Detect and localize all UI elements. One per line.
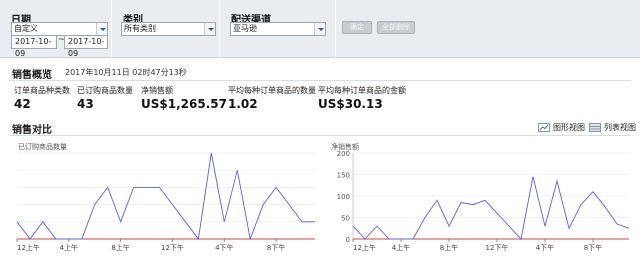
graph-view-label: 图形视图 (553, 122, 585, 132)
channel-value: 亚马逊 (233, 24, 257, 33)
metric-avg-sales: 平均每种订单商品的金额 US$30.13 (318, 85, 406, 111)
x-tick-label: 4上午 (60, 243, 78, 252)
x-tick-label: 12上午 (17, 243, 40, 252)
table-view-toggle[interactable]: 列表视图 (589, 121, 636, 133)
metric-order-items: 订单商品种类数 42 (14, 85, 70, 111)
chevron-down-icon (96, 23, 107, 35)
units-ordered-chart: 12上午 4上午 8上午 12下午 4下午 8下午 (16, 152, 315, 252)
comparison-divider (9, 135, 631, 136)
summary-timestamp: 2017年10月11日 02时47分13秒 (65, 68, 187, 77)
summary-header: 销售概览 2017年10月11日 02时47分13秒 (12, 66, 187, 81)
x-tick-label: 12下午 (161, 243, 184, 252)
x-tick-label: 4下午 (215, 243, 233, 252)
metric-avg-units: 平均每种订单商品的数量 1.02 (228, 85, 316, 111)
metric-value: 43 (77, 97, 94, 111)
x-tick-label: 4下午 (536, 243, 554, 252)
comparison-title: 销售对比 (12, 125, 52, 136)
metric-net-sales: 净销售额 US$1,265.57 (141, 85, 227, 111)
x-tick-label: 8下午 (584, 243, 602, 252)
filter-bar: 日期 自定义 2017-10-09 ~ 2017-10-09 类别 所有类别 配… (0, 0, 640, 58)
date-range-value: 自定义 (14, 24, 38, 33)
metric-label: 已订购商品数量 (77, 86, 133, 95)
summary-title: 销售概览 (12, 70, 52, 81)
metric-label: 净销售额 (141, 86, 173, 95)
metric-value: 42 (14, 97, 31, 111)
x-tick-label: 8下午 (267, 243, 285, 252)
metric-value: US$1,265.57 (141, 97, 227, 111)
metric-value: US$30.13 (318, 97, 383, 111)
y-tick-label: 200 (337, 150, 350, 158)
series-line (16, 152, 315, 241)
apply-button[interactable]: 确定 (342, 21, 372, 34)
x-tick-label: 4上午 (392, 243, 410, 252)
table-view-label: 列表视图 (604, 122, 636, 132)
x-tick-label: 8上午 (440, 243, 458, 252)
x-tick-label: 12下午 (486, 243, 509, 252)
chevron-down-icon (314, 23, 325, 35)
channel-select[interactable]: 亚马逊 (230, 22, 326, 36)
net-sales-chart: 0 50 100 150 200 12上午 4上午 8上午 12下午 4下午 8下午 (337, 150, 630, 252)
category-filter: 类别 所有类别 (112, 0, 220, 58)
y-tick-label: 150 (337, 172, 350, 180)
metric-label: 订单商品种类数 (14, 86, 70, 95)
start-date-input[interactable]: 2017-10-09 (11, 35, 57, 58)
x-tick-label: 12上午 (353, 243, 376, 252)
channel-filter: 配送渠道 亚马逊 (220, 0, 336, 58)
end-date-input[interactable]: 2017-10-09 (64, 35, 108, 58)
y-tick-label: 50 (341, 215, 350, 223)
series-line (352, 176, 630, 240)
table-icon (589, 122, 601, 132)
chevron-down-icon (204, 23, 215, 35)
x-tick-label: 8上午 (111, 243, 129, 252)
graph-view-toggle[interactable]: 图形视图 (538, 121, 585, 133)
y-tick-label: 0 (346, 236, 350, 244)
category-select[interactable]: 所有类别 (121, 22, 216, 36)
reset-button[interactable]: 全部删除 (377, 21, 415, 34)
metric-units-ordered: 已订购商品数量 43 (77, 85, 133, 111)
units-chart-title: 已订购商品数量 (18, 143, 67, 151)
summary-divider (9, 80, 631, 81)
category-value: 所有类别 (124, 24, 156, 33)
date-range-select[interactable]: 自定义 (11, 22, 108, 36)
y-tick-label: 100 (337, 193, 350, 201)
date-filter: 日期 自定义 2017-10-09 ~ 2017-10-09 (0, 0, 112, 58)
line-chart-icon (538, 122, 550, 132)
metric-label: 平均每种订单商品的数量 (228, 86, 316, 95)
metric-value: 1.02 (228, 97, 258, 111)
metric-label: 平均每种订单商品的金额 (318, 86, 406, 95)
